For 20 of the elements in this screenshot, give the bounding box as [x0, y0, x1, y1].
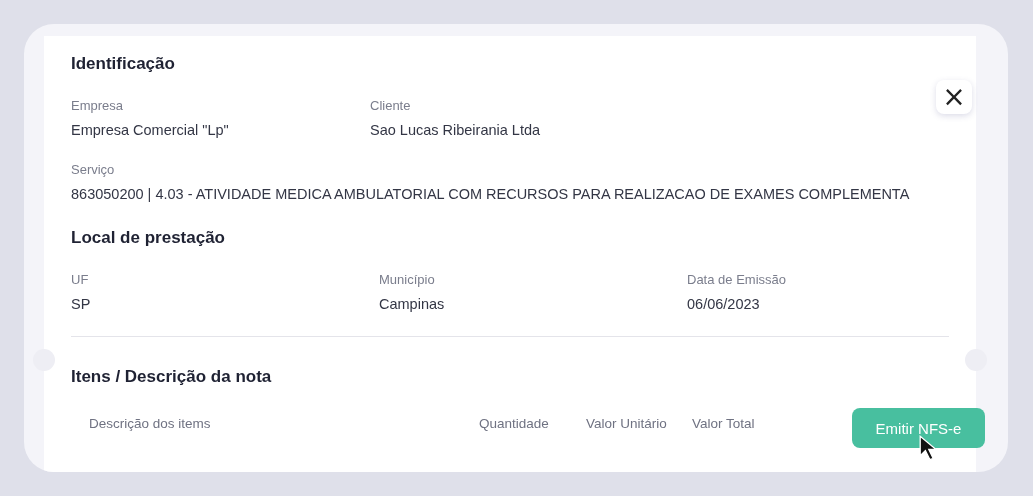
- field-value: Campinas: [379, 295, 446, 314]
- column-header: Descrição dos items: [89, 416, 212, 431]
- column-header: Quantidade: [479, 416, 550, 431]
- field-value: 863050200 | 4.03 - ATIVIDADE MEDICA AMBULATORIAL COM RECURSOS PARA REALIZACAO DE EXAMES COMPLEMENTA: [71, 185, 911, 204]
- field-label: Município: [379, 272, 436, 288]
- field-value: 06/06/2023: [687, 295, 761, 314]
- field-value: Empresa Comercial "Lp": [71, 121, 230, 140]
- section-title: Local de prestação: [71, 227, 226, 249]
- field-label: Cliente: [370, 98, 412, 114]
- field-value: Sao Lucas Ribeirania Ltda: [370, 121, 542, 140]
- field-label: UF: [71, 272, 90, 288]
- column-header: Valor Total: [692, 416, 755, 431]
- field-label: Empresa: [71, 98, 125, 114]
- field-label: Serviço: [71, 162, 116, 178]
- section-title: Identificação: [71, 53, 176, 75]
- close-button[interactable]: ×: [936, 80, 972, 114]
- field-value: SP: [71, 295, 92, 314]
- section-title: Itens / Descrição da nota: [71, 366, 273, 388]
- column-header: Valor Unitário: [586, 416, 668, 431]
- field-label: Data de Emissão: [687, 272, 787, 288]
